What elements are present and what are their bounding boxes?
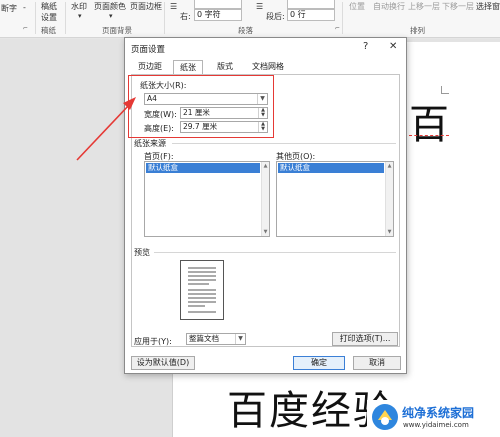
watermark-logo-icon (372, 404, 398, 430)
watermark-url: www.yidaimei.com (403, 421, 469, 429)
annotation-arrow-icon (76, 97, 136, 161)
watermark-name: 纯净系统家园 (402, 406, 475, 420)
site-watermark: 纯净系统家园 www.yidaimei.com (367, 400, 499, 434)
